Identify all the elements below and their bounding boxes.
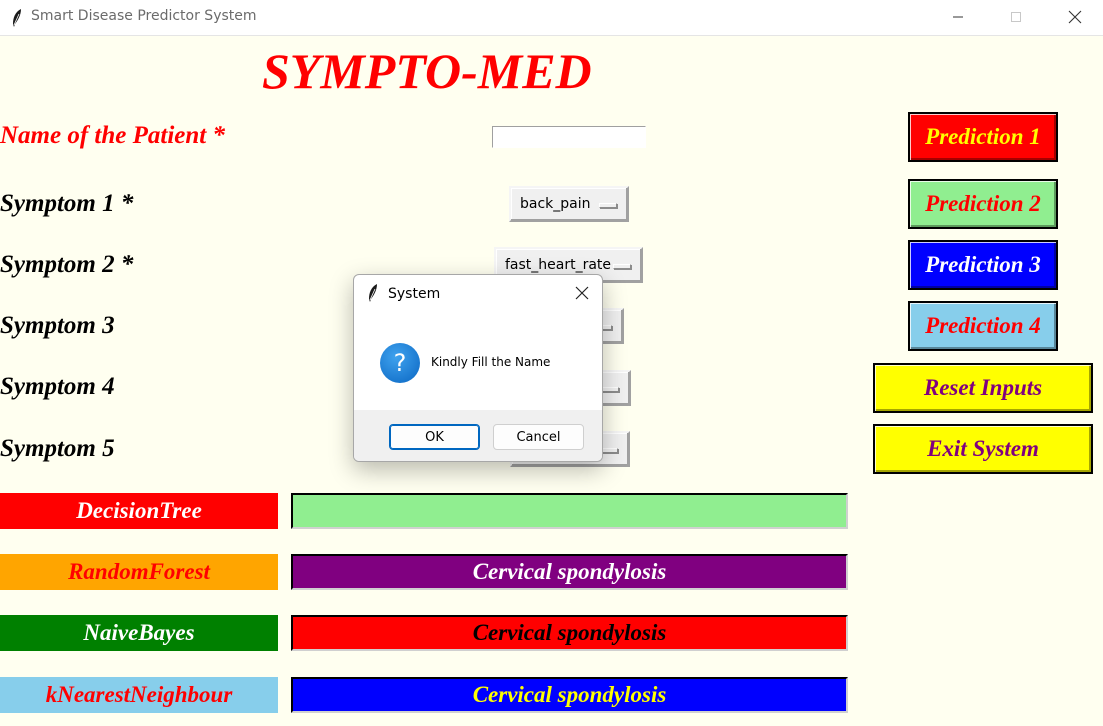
prediction2-button[interactable]: Prediction 2 [908, 179, 1058, 229]
app-heading: SYMPTO-MED [262, 43, 592, 99]
symptom1-label: Symptom 1 * [0, 190, 134, 217]
decision-tree-label: DecisionTree [0, 493, 278, 529]
feather-icon [369, 284, 377, 302]
system-dialog: System ? Kindly Fill the Name OK Cancel [353, 274, 603, 462]
maximize-icon [1011, 12, 1021, 22]
dialog-footer: OK Cancel [354, 410, 602, 461]
minimize-icon [953, 16, 963, 18]
dropdown-indicator-icon [601, 387, 619, 392]
naive-bayes-result: Cervical spondylosis [291, 615, 848, 651]
close-icon [1068, 10, 1082, 24]
prediction4-button[interactable]: Prediction 4 [908, 301, 1058, 351]
window-titlebar: Smart Disease Predictor System [0, 0, 1103, 36]
question-icon: ? [380, 343, 420, 383]
symptom3-label: Symptom 3 [0, 312, 115, 339]
dialog-title: System [388, 286, 441, 302]
close-icon[interactable] [574, 285, 590, 301]
ok-button[interactable]: OK [389, 424, 480, 450]
symptom1-dropdown[interactable]: back_pain [509, 186, 629, 222]
prediction1-button[interactable]: Prediction 1 [908, 112, 1058, 162]
maximize-button[interactable] [993, 0, 1039, 34]
random-forest-result: Cervical spondylosis [291, 554, 848, 590]
dropdown-indicator-icon [599, 203, 617, 208]
reset-inputs-button[interactable]: Reset Inputs [873, 363, 1093, 413]
minimize-button[interactable] [935, 0, 981, 34]
symptom2-value: fast_heart_rate [505, 257, 612, 273]
patient-name-input[interactable] [492, 126, 646, 148]
random-forest-label: RandomForest [0, 554, 278, 590]
close-button[interactable] [1052, 0, 1098, 34]
feather-icon [13, 9, 21, 27]
knn-label: kNearestNeighbour [0, 677, 278, 713]
exit-system-button[interactable]: Exit System [873, 424, 1093, 474]
window-title: Smart Disease Predictor System [31, 8, 257, 24]
symptom4-label: Symptom 4 [0, 373, 115, 400]
symptom1-value: back_pain [520, 196, 591, 212]
knn-result: Cervical spondylosis [291, 677, 848, 713]
symptom2-label: Symptom 2 * [0, 251, 134, 278]
dropdown-indicator-icon [613, 264, 631, 269]
naive-bayes-label: NaiveBayes [0, 615, 278, 651]
patient-name-label: Name of the Patient * [0, 122, 225, 149]
symptom5-label: Symptom 5 [0, 435, 115, 462]
cancel-button[interactable]: Cancel [493, 424, 584, 450]
dialog-message: Kindly Fill the Name [431, 355, 551, 369]
prediction3-button[interactable]: Prediction 3 [908, 240, 1058, 290]
decision-tree-result [291, 493, 848, 529]
